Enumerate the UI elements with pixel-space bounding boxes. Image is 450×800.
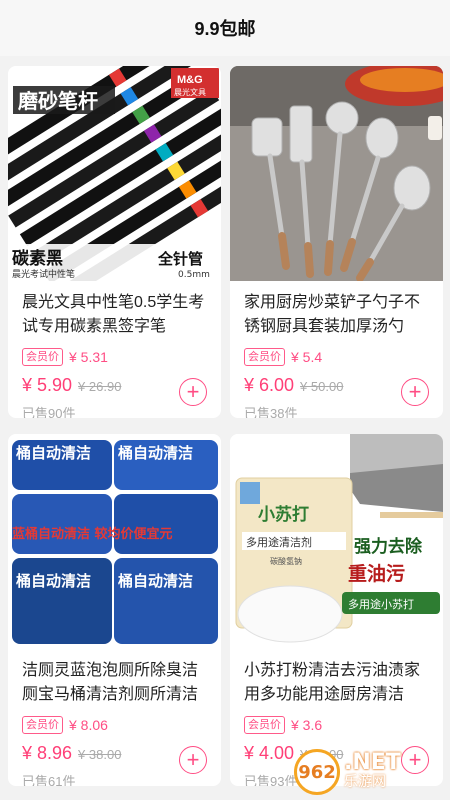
site-watermark: 962 .NET 乐游网: [294, 748, 444, 796]
plus-icon: +: [186, 379, 200, 404]
watermark-small-text: 乐游网: [344, 773, 386, 789]
member-tag: 会员价: [244, 348, 285, 366]
watermark-text: .NET 乐游网: [344, 750, 401, 790]
add-to-cart-button[interactable]: +: [401, 378, 429, 406]
member-price: ¥ 3.6: [291, 717, 323, 733]
product-name[interactable]: 晨光文具中性笔0.5学生考试专用碳素黑签字笔: [22, 291, 209, 339]
bag-label: 多用途清洁剂: [246, 535, 312, 549]
caption-left: 碳素黑: [12, 248, 63, 269]
brand-logo-text: M&G: [177, 74, 203, 86]
bag-sub: 碳酸氢钠: [270, 556, 302, 566]
brand-sub-text: 晨光文具: [174, 87, 206, 97]
slogan-3: 多用途小苏打: [348, 597, 414, 611]
add-to-cart-button[interactable]: +: [179, 746, 207, 774]
product-card-baking-soda[interactable]: 小苏打 多用途清洁剂 碳酸氢钠 强力去除 重油污 多用途小苏打 小苏打粉清洁去污…: [230, 434, 443, 786]
image-banner-text: 磨砂笔杆: [18, 89, 98, 113]
caption-right: 全针管: [157, 250, 203, 268]
plus-icon: +: [408, 379, 422, 404]
sale-price: ¥ 4.00: [244, 743, 295, 763]
overlay-promo-text: 蓝桶自动清洁 较均价便宜元: [12, 526, 173, 542]
pack-text-1: 桶自动清洁: [16, 444, 91, 462]
pack-text-2: 桶自动清洁: [118, 444, 193, 462]
caption-right-sub: 0.5mm: [178, 270, 210, 280]
product-image[interactable]: 桶自动清洁 桶自动清洁 桶自动清洁 桶自动清洁 蓝桶自动清洁 较均价便宜元: [8, 434, 221, 649]
member-price-row: 会员价 ¥ 8.06: [22, 715, 221, 735]
product-image[interactable]: 小苏打 多用途清洁剂 碳酸氢钠 强力去除 重油污 多用途小苏打: [230, 434, 443, 649]
utensils-illustration: [230, 66, 443, 281]
member-price: ¥ 5.31: [69, 349, 108, 365]
member-price: ¥ 5.4: [291, 349, 323, 365]
original-price: ¥ 38.00: [78, 747, 122, 762]
plus-icon: +: [186, 747, 200, 772]
pack-text-3: 桶自动清洁: [16, 572, 91, 590]
product-image[interactable]: 磨砂笔杆 M&G 晨光文具 碳素黑 晨光考试中性笔 全针管 0.5mm: [8, 66, 221, 281]
watermark-big-text: .NET: [344, 750, 401, 775]
member-price-row: 会员价 ¥ 3.6: [244, 715, 443, 735]
product-card-pens[interactable]: 磨砂笔杆 M&G 晨光文具 碳素黑 晨光考试中性笔 全针管 0.5mm 晨光文具…: [8, 66, 221, 418]
slogan-1: 强力去除: [354, 536, 423, 557]
product-card-utensils[interactable]: 家用厨房炒菜铲子勺子不锈钢厨具套装加厚汤勺 会员价 ¥ 5.4 ¥ 6.00 ¥…: [230, 66, 443, 418]
member-price-row: 会员价 ¥ 5.31: [22, 347, 221, 367]
caption-left-sub: 晨光考试中性笔: [12, 268, 75, 280]
add-to-cart-button[interactable]: +: [179, 378, 207, 406]
sale-price: ¥ 8.96: [22, 743, 73, 763]
cleaner-illustration: 桶自动清洁 桶自动清洁 桶自动清洁 桶自动清洁 蓝桶自动清洁 较均价便宜元: [8, 434, 221, 649]
watermark-logo: 962: [294, 749, 340, 795]
slogan-2: 重油污: [348, 563, 405, 585]
baking-soda-illustration: 小苏打 多用途清洁剂 碳酸氢钠 强力去除 重油污 多用途小苏打: [230, 434, 443, 649]
original-price: ¥ 26.90: [78, 379, 122, 394]
product-name[interactable]: 小苏打粉清洁去污油渍家用多功能用途厨房清洁: [244, 659, 431, 707]
product-card-toilet-cleaner[interactable]: 桶自动清洁 桶自动清洁 桶自动清洁 桶自动清洁 蓝桶自动清洁 较均价便宜元 洁厕…: [8, 434, 221, 786]
member-tag: 会员价: [244, 716, 285, 734]
member-price-row: 会员价 ¥ 5.4: [244, 347, 443, 367]
bag-title: 小苏打: [258, 504, 309, 525]
product-name[interactable]: 家用厨房炒菜铲子勺子不锈钢厨具套装加厚汤勺: [244, 291, 431, 339]
member-price: ¥ 8.06: [69, 717, 108, 733]
pack-text-4: 桶自动清洁: [118, 572, 193, 590]
member-tag: 会员价: [22, 716, 63, 734]
top-bar: 9.9包邮: [0, 0, 450, 56]
page-title: 9.9包邮: [194, 19, 256, 39]
pens-illustration: 磨砂笔杆 M&G 晨光文具 碳素黑 晨光考试中性笔 全针管 0.5mm: [8, 66, 221, 281]
member-tag: 会员价: [22, 348, 63, 366]
sale-price: ¥ 6.00: [244, 375, 295, 395]
product-image[interactable]: [230, 66, 443, 281]
original-price: ¥ 50.00: [300, 379, 344, 394]
sale-price: ¥ 5.90: [22, 375, 73, 395]
product-name[interactable]: 洁厕灵蓝泡泡厕所除臭洁厕宝马桶清洁剂厕所清洁: [22, 659, 209, 707]
